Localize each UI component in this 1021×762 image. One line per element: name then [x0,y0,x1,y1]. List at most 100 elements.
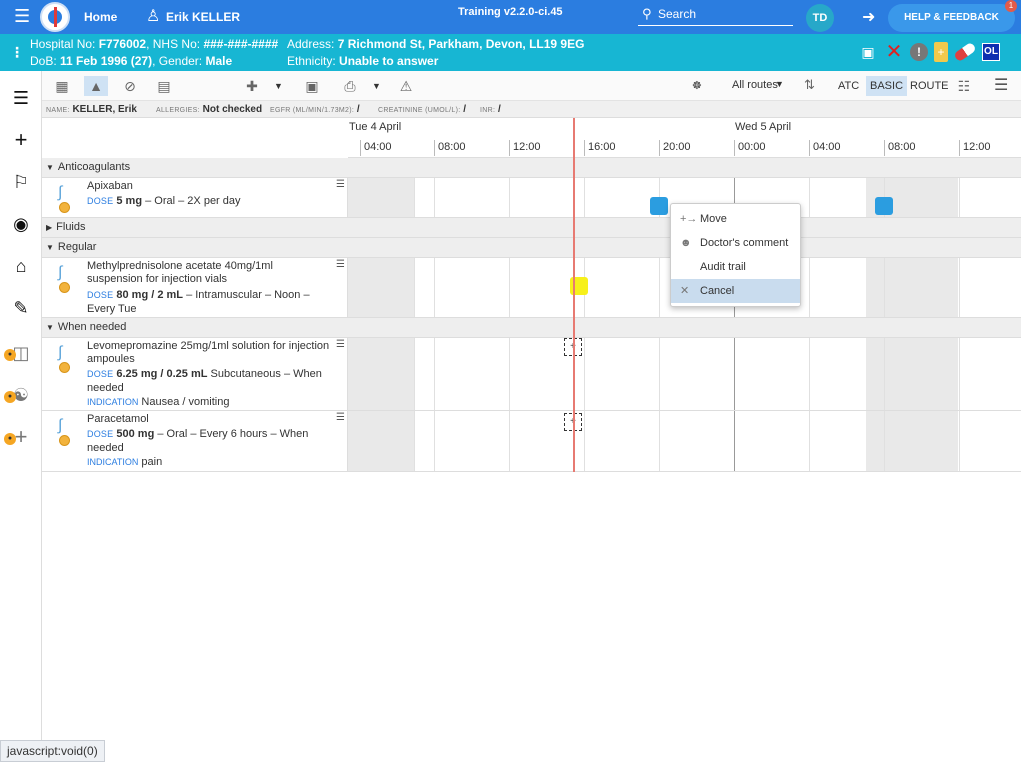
more-vertical-icon[interactable]: ⋮ [10,44,24,61]
expand-icon: ▶ [46,223,53,232]
egfr-value: / [356,104,360,115]
menu-item-audit-trail[interactable]: Audit trail [671,255,800,279]
drug-menu-icon[interactable]: ☰ [336,412,345,423]
drug-dose: DOSE 5 mg – Oral – 2X per day [87,195,241,207]
list-icon[interactable]: ☰ [9,86,33,110]
section-label: Regular [57,241,97,253]
section-regular[interactable]: ▼ Regular [42,238,1021,258]
time-tick: 16:00 [584,140,616,156]
drug-row-levomepromazine[interactable]: ∫ Levomepromazine 25mg/1ml solution for … [42,338,1021,411]
top-bar: ☰ Home ♙ Erik KELLER Training v2.2.0-ci.… [0,0,1021,34]
timeline-cells[interactable]: + [348,338,1021,410]
name-label: NAME: [46,107,70,114]
bed-icon[interactable]: ▣ [858,42,878,62]
drug-info: ∫ Paracetamol DOSE 500 mg – Oral – Every… [42,411,348,471]
drug-row-methylprednisolone[interactable]: ∫ Methylprednisolone acetate 40mg/1ml su… [42,258,1021,318]
add-order-icon[interactable]: ▣ [300,76,324,96]
section-label: Anticoagulants [57,161,131,173]
drug-menu-icon[interactable]: ☰ [336,179,345,190]
notification-badge: 1 [1005,0,1017,12]
sort-icon[interactable]: ⇅ [804,77,815,93]
clipboard-icon[interactable]: + [934,42,948,62]
medication-chart: ▼ Anticoagulants ∫ Apixaban DOSE 5 mg – O… [42,158,1021,472]
toolbar-menu-icon[interactable]: ☰ [994,75,1008,95]
medication-view-icon[interactable]: ▲ [84,76,108,96]
ol-badge[interactable]: OL [982,43,1000,61]
section-fluids[interactable]: ▶ Fluids [42,218,1021,238]
atc-view-button[interactable]: ATC [834,76,863,96]
user-avatar[interactable]: TD [806,4,834,32]
document-icon[interactable]: ▤ [152,76,176,96]
allergies-value: Not checked [202,104,263,115]
locked-clipboard-icon[interactable]: ◫ ● [4,341,33,365]
creatinine-value: / [463,104,467,115]
home-care-icon[interactable]: ⌂ [9,254,33,278]
time-axis: Tue 4 April Wed 5 April 04:00 08:00 12:0… [348,118,1021,158]
hamburger-menu-icon[interactable]: ☰ [14,6,30,27]
menu-item-move[interactable]: +→ Move [671,207,800,231]
patient-info-bar: NAME: KELLER, Erik ALLERGIES: Not checke… [42,101,1021,118]
lock-icon: ● [4,433,16,445]
section-anticoagulants[interactable]: ▼ Anticoagulants [42,158,1021,178]
camera-icon[interactable]: ◉ [9,212,33,236]
time-tick: 20:00 [659,140,691,156]
drug-row-paracetamol[interactable]: ∫ Paracetamol DOSE 500 mg – Oral – Every… [42,411,1021,472]
basic-view-button[interactable]: BASIC [866,76,908,96]
stethoscope-icon[interactable]: ⚐ [9,170,33,194]
day-label: Tue 4 April [349,121,402,133]
routes-select[interactable]: All routes [732,79,778,91]
plus-icon[interactable]: + [9,128,33,152]
menu-item-doctors-comment[interactable]: ☻ Doctor's comment [671,231,800,255]
drug-row-apixaban[interactable]: ∫ Apixaban DOSE 5 mg – Oral – 2X per day… [42,178,1021,218]
add-medication-dropdown-icon[interactable]: ▼ [274,76,283,96]
drug-menu-icon[interactable]: ☰ [336,259,345,270]
timeline-cells[interactable]: + [348,411,1021,471]
patient-name-link[interactable]: Erik KELLER [166,10,240,24]
search-box[interactable]: ⚲ [638,4,793,26]
help-feedback-button[interactable]: HELP & FEEDBACK [888,4,1015,32]
warning-icon[interactable]: ⚠ [394,76,418,96]
day-label: Wed 5 April [735,121,792,133]
doctor-icon: ☻ [680,237,692,249]
app-logo[interactable] [40,2,70,32]
edit-document-icon[interactable]: ✎ [9,296,33,320]
route-view-button[interactable]: ROUTE [906,76,953,96]
time-tick: 04:00 [809,140,841,156]
chart-toolbar: ▦ ▲ ⊘ ▤ ✚ ▼ ▣ ⎙ ▼ ⚠ ☸ All routes ▼ ⇅ ATC… [42,71,1021,101]
drug-info: ∫ Methylprednisolone acetate 40mg/1ml su… [42,258,348,317]
lock-icon: ● [4,391,16,403]
close-icon: ✕ [680,285,690,297]
print-icon[interactable]: ⎙ [338,76,362,96]
alert-icon[interactable]: ! [910,43,928,61]
browser-status-bar: javascript:void(0) [0,740,105,762]
dose-context-menu: +→ Move ☻ Doctor's comment Audit trail ✕ Ca… [670,203,801,307]
locked-add-icon[interactable]: + ● [4,425,33,449]
left-nav: ☰ + ⚐ ◉ ⌂ ✎ ◫ ● ☯ ● + ● [0,71,42,762]
lock-icon: ● [4,349,16,361]
name-value: KELLER, Erik [72,104,137,115]
routes-dropdown-icon[interactable]: ▼ [775,79,784,89]
drug-name: Levomepromazine 25mg/1ml solution for in… [87,340,330,365]
home-link[interactable]: Home [84,10,117,24]
medication-icon: ∫ [56,264,74,294]
patient-alert-icons: ▣ ✕ ! + OL [858,40,1000,64]
section-label: When needed [57,321,127,333]
drug-menu-icon[interactable]: ☰ [336,339,345,350]
chart-view-icon[interactable]: ▦ [50,76,74,96]
logout-icon[interactable]: ➜ [862,7,875,27]
search-input[interactable] [658,7,788,21]
print-dropdown-icon[interactable]: ▼ [372,76,381,96]
add-medication-icon[interactable]: ✚ [240,76,264,96]
menu-item-cancel[interactable]: ✕ Cancel [671,279,800,303]
search-icon: ⚲ [642,6,652,21]
red-x-icon[interactable]: ✕ [884,42,904,62]
columns-icon[interactable]: ☷ [952,76,976,96]
locked-activity-icon[interactable]: ☯ ● [4,383,33,407]
section-when-needed[interactable]: ▼ When needed [42,318,1021,338]
pill-view-icon[interactable]: ⊘ [118,76,142,96]
pill-icon[interactable] [953,41,977,63]
drug-info: ∫ Levomepromazine 25mg/1ml solution for … [42,338,348,410]
scheduled-dose[interactable] [650,197,668,215]
scheduled-dose[interactable] [875,197,893,215]
drug-dose: DOSE 80 mg / 2 mL – Intramuscular – Noon… [87,289,310,315]
